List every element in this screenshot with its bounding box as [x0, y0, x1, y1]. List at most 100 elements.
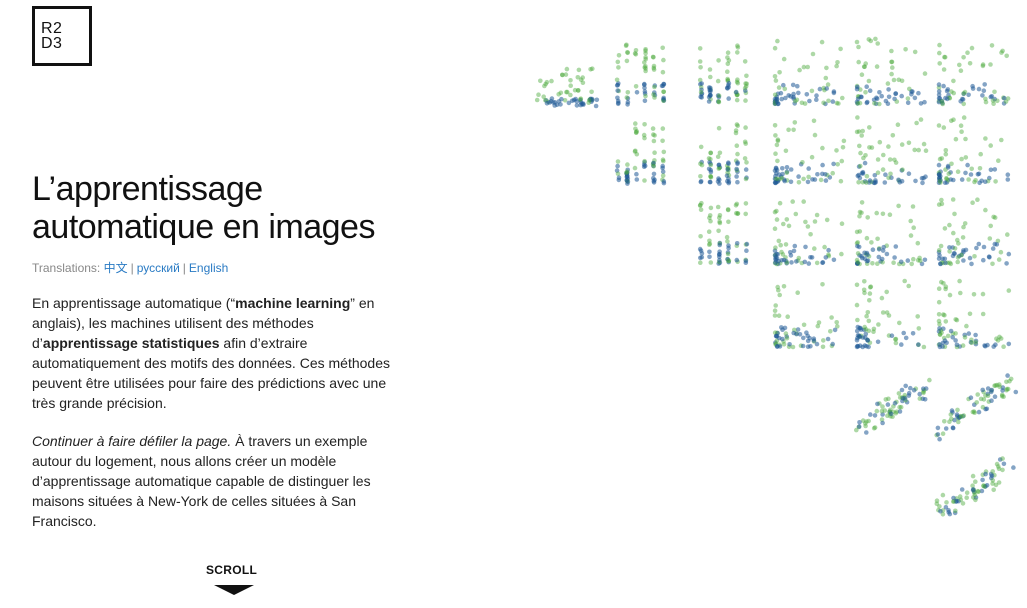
scatter-dot [938, 243, 944, 249]
scatter-dot [830, 341, 835, 347]
scatter-dot [823, 255, 829, 260]
scatter-dot [641, 164, 647, 169]
scatter-dot [914, 120, 919, 126]
scatter-dot [775, 158, 780, 164]
scatter-dot [831, 257, 837, 263]
scatter-dot [643, 68, 648, 74]
scatter-dot [708, 205, 714, 211]
scatter-dot [867, 125, 872, 130]
scatter-dot [786, 127, 791, 133]
scatter-dot [987, 254, 992, 260]
scatter-dot [946, 508, 951, 513]
scatter-dot [716, 93, 722, 98]
scatter-dot [660, 163, 665, 169]
scatter-dot [886, 87, 891, 92]
scatter-dot [1005, 172, 1011, 177]
scatter-dot [891, 260, 896, 266]
scatter-dot [743, 98, 748, 103]
scatter-dot [862, 290, 867, 296]
scatter-dot [976, 241, 982, 247]
scatter-dot [642, 81, 647, 87]
scatter-dot [697, 59, 703, 64]
scatter-dot [791, 330, 796, 336]
scatter-dot [839, 221, 845, 226]
scatter-dot [875, 41, 880, 46]
scatter-dot [872, 101, 877, 106]
scatter-dot [661, 95, 666, 101]
scatter-dot [803, 219, 808, 225]
scatter-dot [855, 84, 860, 90]
scatter-dot [937, 332, 943, 338]
scatter-dot [796, 180, 802, 185]
scatter-dot [812, 246, 817, 251]
scatter-dot [911, 256, 916, 262]
scatter-dot [801, 64, 807, 70]
scatter-dot [814, 341, 820, 347]
scatter-dot [945, 333, 951, 339]
scatter-dot [1001, 344, 1006, 350]
scatter-dot [880, 248, 886, 253]
scatter-dot [651, 138, 657, 144]
scatter-dot [708, 150, 713, 156]
scatter-dot [869, 145, 875, 150]
scatter-dot [772, 226, 778, 231]
scatter-dot [660, 138, 665, 144]
scatter-dot [944, 500, 949, 505]
scatter-dot [976, 409, 982, 415]
scatter-dot [905, 96, 911, 101]
scatter-dot [568, 83, 573, 88]
scatter-dot [994, 382, 1000, 388]
scatter-dot [823, 75, 829, 81]
scatter-dot [708, 162, 714, 168]
scatter-dot [864, 313, 869, 319]
scatter-dot [774, 208, 779, 214]
scatter-dot [897, 409, 903, 414]
scatter-dot [913, 178, 918, 184]
scatter-dot [717, 242, 722, 248]
scatter-dot [962, 221, 968, 226]
scatter-dot [593, 103, 599, 109]
scatter-dot [781, 221, 786, 227]
scatter-dot [552, 100, 558, 105]
scatter-dot [887, 212, 893, 217]
scatter-dot [615, 159, 621, 164]
scatter-dot [945, 96, 950, 102]
scatter-dot [954, 412, 960, 417]
scatter-dot [791, 248, 797, 254]
scatter-dot [838, 178, 844, 184]
scatter-dot [990, 469, 995, 474]
scatter-dot [832, 327, 838, 333]
scatter-dot [777, 344, 783, 349]
scatter-dot [854, 282, 860, 288]
scatter-dot [643, 47, 648, 52]
scatter-dot [937, 326, 942, 331]
scatter-dot [855, 344, 861, 349]
scatter-dot [980, 311, 986, 317]
scatter-dot [652, 84, 657, 90]
scatter-dot [641, 132, 647, 138]
scatter-dot [634, 129, 639, 135]
scatter-dot [952, 251, 957, 256]
scatter-dot [1005, 373, 1010, 378]
scatter-dot [801, 322, 807, 328]
scatter-dot [778, 242, 783, 248]
scatter-dot [897, 320, 902, 326]
scatter-dot [616, 53, 622, 58]
scatter-dot [887, 157, 893, 162]
scatter-dot [922, 99, 927, 105]
scatter-dot [1006, 341, 1012, 347]
scatter-dot [983, 471, 988, 477]
scatter-dot [998, 249, 1004, 255]
scatter-dot [783, 148, 789, 154]
scatter-dot [661, 149, 667, 155]
scatter-dot [989, 398, 994, 404]
scatter-dot [941, 67, 947, 72]
scatter-dot [774, 333, 780, 339]
scatter-dot [1004, 53, 1009, 59]
scatter-dot [772, 45, 778, 51]
scatter-dot [812, 219, 818, 224]
scatter-dot [985, 342, 990, 348]
scatter-dot [915, 314, 920, 319]
scatter-dot [948, 328, 954, 334]
scatter-dot [743, 201, 749, 206]
